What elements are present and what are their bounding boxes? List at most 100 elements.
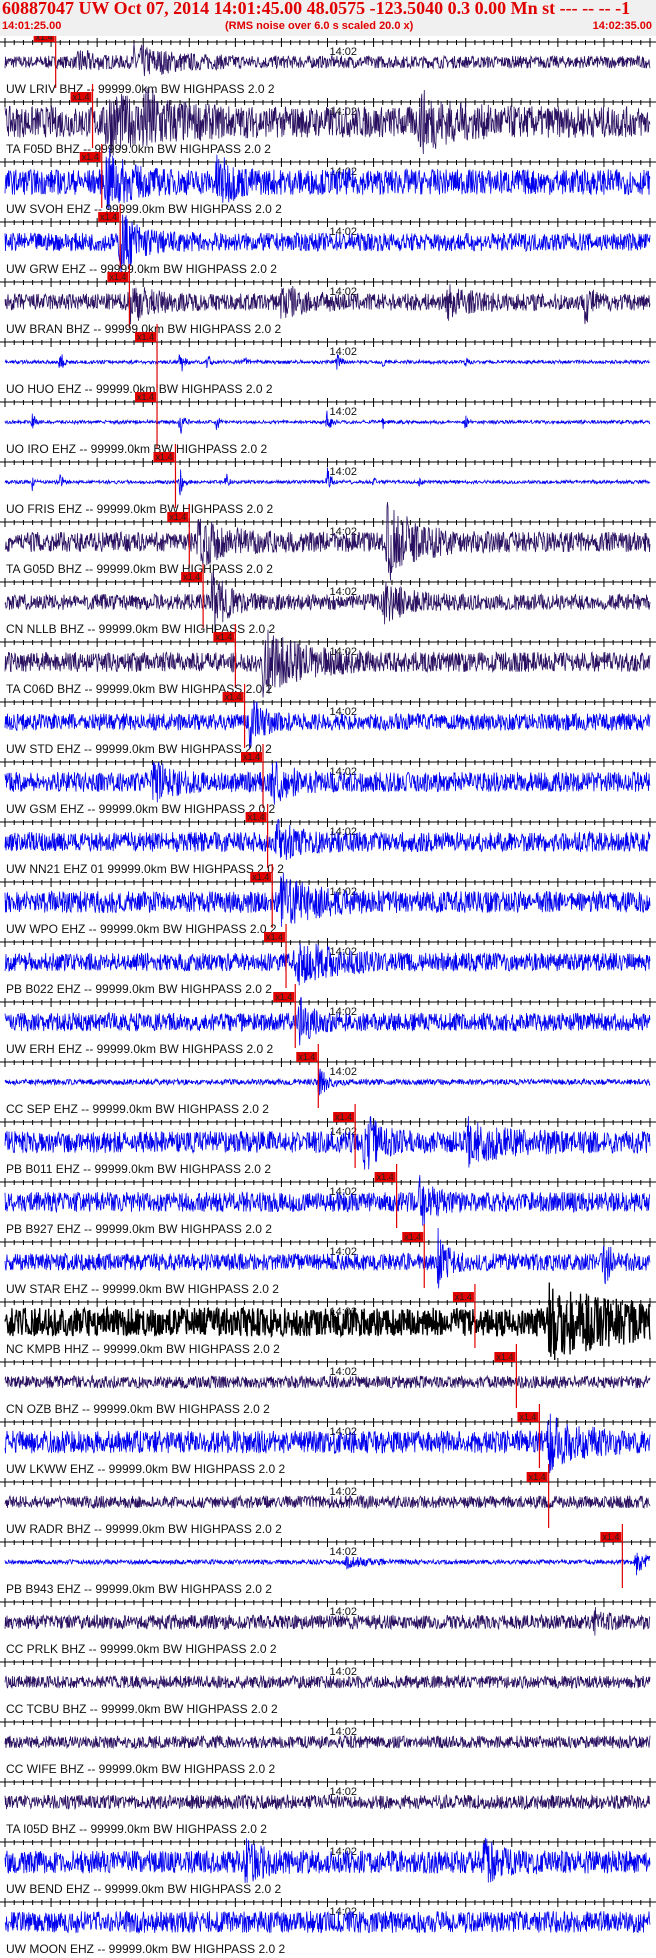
waveform <box>4 1734 651 1750</box>
pick-label: x1.4 <box>137 392 154 402</box>
waveform <box>4 1068 651 1096</box>
station-label: UW BEND EHZ -- 99999.0km BW HIGHPASS 2.0… <box>6 1882 282 1896</box>
tick-label: 14:02 <box>330 1366 358 1378</box>
tick-label: 14:02 <box>330 1246 358 1258</box>
pick-label: x1.4 <box>404 1232 421 1242</box>
station-label: UW GSM EHZ -- 99999.0km BW HIGHPASS 2.0 … <box>6 802 276 816</box>
tick-label: 14:02 <box>330 1786 358 1798</box>
pick-label: x1.4 <box>298 1052 315 1062</box>
station-label: UW NN21 EHZ 01 99999.0km BW HIGHPASS 2.0… <box>6 862 284 876</box>
tick-label: 14:02 <box>330 1486 358 1498</box>
station-label: CC WIFE BHZ -- 99999.0km BW HIGHPASS 2.0… <box>6 1762 276 1776</box>
station-label: UW GRW EHZ -- 99999.0km BW HIGHPASS 2.0 … <box>6 262 277 276</box>
tick-label: 14:02 <box>330 406 358 418</box>
pick-label: x1.4 <box>225 692 242 702</box>
waveform <box>4 467 651 496</box>
tick-label: 14:02 <box>330 706 358 718</box>
station-label: PB B943 EHZ -- 99999.0km BW HIGHPASS 2.0… <box>6 1582 272 1596</box>
trace-row: 14:02 CC WIFE BHZ -- 99999.0km BW HIGHPAS… <box>0 1718 656 1776</box>
waveform <box>4 1374 651 1390</box>
pick-label: x1.4 <box>455 1292 472 1302</box>
tick-label: 14:02 <box>330 646 358 658</box>
station-label: CC PRLK BHZ -- 99999.0km BW HIGHPASS 2.0… <box>6 1642 277 1656</box>
pick-label: x1.4 <box>36 36 53 42</box>
pick-label: x1.4 <box>82 152 99 162</box>
pick-label: x1.4 <box>275 992 292 1002</box>
pick-label: x1.4 <box>519 1412 536 1422</box>
pick-label: x1.4 <box>266 932 283 942</box>
station-label: UO FRIS EHZ -- 99999.0km BW HIGHPASS 2.0… <box>6 502 274 516</box>
scaling-note: (RMS noise over 6.0 s scaled 20.0 x) <box>225 20 414 32</box>
record-header: 60887047 UW Oct 07, 2014 14:01:45.00 48.… <box>0 0 656 36</box>
pick-label: x1.4 <box>529 1472 546 1482</box>
tick-label: 14:02 <box>330 1726 358 1738</box>
pick-label: x1.4 <box>73 92 90 102</box>
trace-row: 14:02UW MOON EHZ -- 99999.0km BW HIGHPAS… <box>0 1898 656 1956</box>
trace-row: 14:02 TA I05D BHZ -- 99999.0km BW HIGHPAS… <box>0 1778 656 1836</box>
station-label: NC KMPB HHZ -- 99999.0km BW HIGHPASS 2.0… <box>6 1342 280 1356</box>
tick-label: 14:02 <box>330 346 358 358</box>
pick-label: x1.4 <box>602 1532 619 1542</box>
start-time: 14:01:25.00 <box>2 20 62 32</box>
waveform <box>4 43 651 77</box>
trace-row: 14:02CC TCBU BHZ -- 99999.0km BW HIGHPAS… <box>0 1658 656 1716</box>
seismogram-plot: 14:02x1.4UW LRIV BHZ -- 99999.0km BW HIG… <box>0 36 656 1956</box>
station-label: UW WPO EHZ -- 99999.0km BW HIGHPASS 2.0 … <box>6 922 277 936</box>
station-label: CC SEP EHZ -- 99999.0km BW HIGHPASS 2.0 … <box>6 1102 269 1116</box>
pick-label: x1.4 <box>335 1112 352 1122</box>
pick-label: x1.4 <box>169 512 186 522</box>
trace-row: 14:02x1.4UW SVOH EHZ -- 99999.0km BW HIG… <box>0 144 656 216</box>
station-label: UW STD EHZ -- 99999.0km BW HIGHPASS 2.0 … <box>6 742 272 756</box>
waveform <box>4 354 651 372</box>
trace-row: 14:02UW BEND EHZ -- 99999.0km BW HIGHPAS… <box>0 1837 656 1896</box>
pick-label: x1.4 <box>109 272 126 282</box>
station-label: UW STAR EHZ -- 99999.0km BW HIGHPASS 2.0… <box>6 1282 279 1296</box>
waveform <box>4 1607 651 1636</box>
station-label: TA I05D BHZ -- 99999.0km BW HIGHPASS 2.0… <box>6 1822 267 1836</box>
pick-label: x1.4 <box>137 332 154 342</box>
station-label: PB B022 EHZ -- 99999.0km BW HIGHPASS 2.0… <box>6 982 272 996</box>
tick-label: 14:02 <box>330 466 358 478</box>
waveform <box>4 284 651 325</box>
waveform <box>4 1494 651 1510</box>
pick-label: x1.4 <box>252 872 269 882</box>
pick-label: x1.4 <box>496 1352 513 1362</box>
station-label: UW ERH EHZ -- 99999.0km BW HIGHPASS 2.0 … <box>6 1042 274 1056</box>
waveform <box>4 1793 651 1811</box>
waveform <box>4 1910 651 1935</box>
station-label: CC TCBU BHZ -- 99999.0km BW HIGHPASS 2.0… <box>6 1702 278 1716</box>
station-label: PB B927 EHZ -- 99999.0km BW HIGHPASS 2.0… <box>6 1222 272 1236</box>
tick-label: 14:02 <box>330 1006 358 1018</box>
waveform <box>4 1674 651 1690</box>
tick-label: 14:02 <box>330 1066 358 1078</box>
station-label: TA F05D BHZ -- 99999.0km BW HIGHPASS 2.0… <box>6 142 271 156</box>
pick-label: x1.4 <box>100 212 117 222</box>
pick-label: x1.4 <box>215 632 232 642</box>
pick-label: x1.4 <box>183 572 200 582</box>
tick-label: 14:02 <box>330 826 358 838</box>
trace-row: 14:02 x1.4 UW LRIV BHZ -- 99999.0km BW HIG… <box>0 36 656 96</box>
trace-row: 14:02x1.4UW GRW EHZ -- 99999.0km BW HIGH… <box>0 204 656 276</box>
event-title: 60887047 UW Oct 07, 2014 14:01:45.00 48.… <box>2 0 631 18</box>
trace-row: 14:02CC PRLK BHZ -- 99999.0km BW HIGHPAS… <box>0 1598 656 1656</box>
tick-label: 14:02 <box>330 46 358 58</box>
waveform <box>4 761 651 805</box>
end-time: 14:02:35.00 <box>592 20 652 32</box>
tick-label: 14:02 <box>330 946 358 958</box>
tick-label: 14:02 <box>330 766 358 778</box>
station-label: UO IRO EHZ -- 99999.0km BW HIGHPASS 2.0 … <box>6 442 268 456</box>
station-label: UW MOON EHZ -- 99999.0km BW HIGHPASS 2.0… <box>6 1942 285 1956</box>
station-label: CN OZB BHZ -- 99999.0km BW HIGHPASS 2.0 … <box>6 1402 270 1416</box>
tick-label: 14:02 <box>330 1546 358 1558</box>
station-label: UW LRIV BHZ -- 99999.0km BW HIGHPASS 2.0… <box>6 82 275 96</box>
station-label: PB B011 EHZ -- 99999.0km BW HIGHPASS 2.0… <box>6 1162 271 1176</box>
station-label: UW RADR BHZ -- 99999.0km BW HIGHPASS 2.0… <box>6 1522 282 1536</box>
pick-label: x1.4 <box>377 1172 394 1182</box>
pick-label: x1.4 <box>248 812 265 822</box>
waveform <box>4 943 651 986</box>
pick-label: x1.4 <box>155 452 172 462</box>
waveform <box>4 1552 651 1576</box>
waveform <box>4 1227 651 1289</box>
station-label: TA G05D BHZ -- 99999.0km BW HIGHPASS 2.0… <box>6 562 273 576</box>
waveform <box>4 410 651 434</box>
